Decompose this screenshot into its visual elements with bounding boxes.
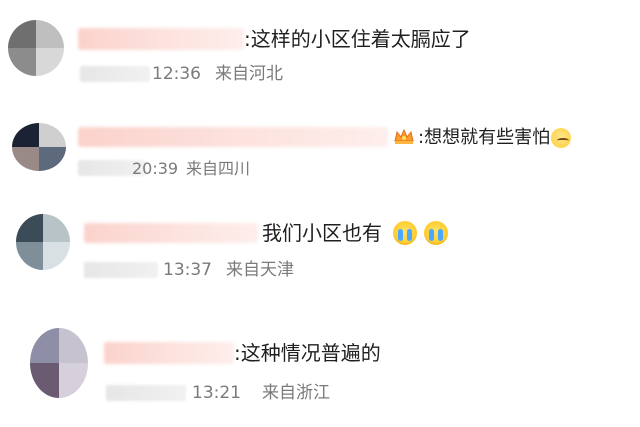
comment-item: :这种情况普遍的 13:21 来自浙江 bbox=[0, 0, 640, 403]
blurred-meta bbox=[84, 262, 158, 278]
blurred-username[interactable] bbox=[78, 127, 388, 147]
blurred-username[interactable] bbox=[104, 342, 234, 364]
blurred-meta bbox=[106, 385, 186, 401]
comment-text: 我们小区也有 bbox=[262, 221, 382, 245]
comment-location: 来自天津 bbox=[226, 260, 294, 280]
crying-face-emoji-icon bbox=[424, 221, 448, 245]
comment-text: :这种情况普遍的 bbox=[234, 341, 381, 365]
blurred-username[interactable] bbox=[84, 223, 258, 243]
comment-text: :想想就有些害怕 bbox=[418, 127, 551, 148]
comment-time: 13:37 bbox=[163, 260, 212, 280]
avatar[interactable] bbox=[16, 214, 70, 270]
crying-face-emoji-icon bbox=[393, 221, 417, 245]
comment-time: 20:39 bbox=[132, 159, 179, 178]
comment-location: 来自浙江 bbox=[262, 383, 330, 403]
comment-time: 13:21 bbox=[192, 383, 241, 403]
comment-location: 来自四川 bbox=[186, 159, 251, 178]
crown-icon bbox=[394, 128, 414, 144]
sweat-smile-emoji-icon bbox=[551, 128, 571, 148]
avatar[interactable] bbox=[12, 123, 66, 171]
avatar[interactable] bbox=[30, 328, 88, 398]
